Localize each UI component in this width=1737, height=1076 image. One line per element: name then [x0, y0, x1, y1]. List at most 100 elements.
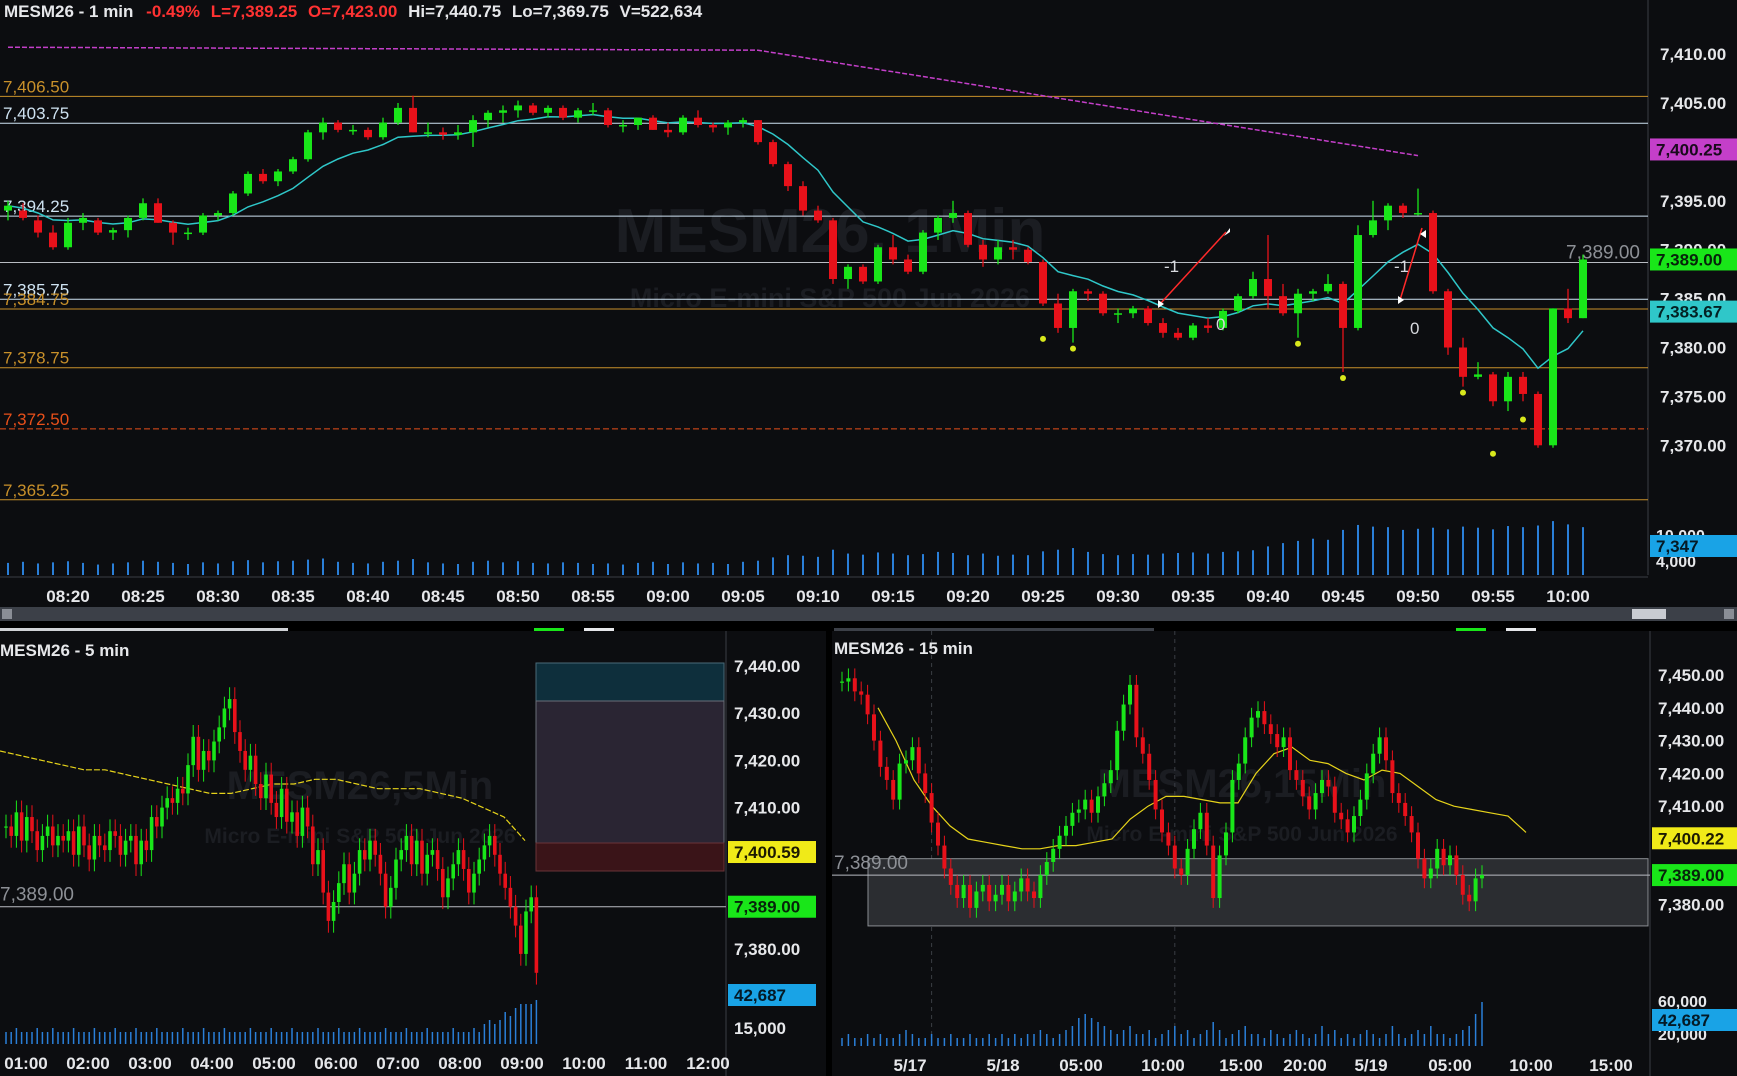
- low-marker: [1340, 374, 1346, 381]
- time-axis-tick: 09:00: [646, 587, 689, 606]
- candle-body: [1294, 293, 1302, 314]
- bl-candle-body: [222, 708, 227, 728]
- bl-candle-body: [482, 845, 487, 860]
- br-price-axis-tick: 7,420.00: [1658, 764, 1724, 783]
- bl-candle-body: [87, 845, 91, 860]
- low-marker: [1490, 450, 1496, 457]
- main-last: L=7,389.25: [210, 2, 298, 21]
- candle-body: [1444, 291, 1452, 348]
- time-axis-tick: 08:30: [196, 587, 239, 606]
- bl-candle-body: [217, 727, 221, 742]
- candle-body: [1399, 205, 1407, 214]
- candle-body: [1114, 313, 1122, 315]
- scroll-left-arrow[interactable]: [2, 609, 12, 619]
- bl-candle-body: [191, 736, 195, 766]
- candle-body: [844, 266, 852, 280]
- bl-candle-body: [363, 850, 367, 860]
- bl-candle-body: [186, 765, 190, 794]
- bl-candle-body: [425, 854, 429, 874]
- br-candle-body: [1249, 717, 1254, 738]
- br-price-axis-tick: 7,380.00: [1658, 896, 1724, 915]
- br-candle-body: [1198, 812, 1203, 830]
- main-header: MESM26 - 1 min -0.49% L=7,389.25 O=7,423…: [4, 0, 702, 24]
- bl-candle-body: [77, 826, 81, 855]
- time-axis-tick: 08:25: [121, 587, 164, 606]
- bl-candle-body: [56, 835, 60, 846]
- candle-body: [994, 247, 1002, 260]
- time-axis-tick: 09:15: [871, 587, 914, 606]
- br-candle-body: [1096, 796, 1100, 813]
- candle-body: [859, 266, 867, 282]
- bl-candle-body: [368, 840, 372, 860]
- candle-body: [469, 120, 477, 133]
- candle-body: [1129, 308, 1137, 314]
- candle-body: [874, 247, 882, 282]
- candle-body: [1309, 291, 1317, 294]
- chart-mesm26-5min[interactable]: MESM26,5MinMicro E-mini S&P 500 Jun 2026…: [0, 631, 826, 1076]
- br-time-axis-tick: 5/19: [1354, 1056, 1387, 1075]
- candle-body: [139, 203, 147, 218]
- bl-header: MESM26 - 5 min: [0, 641, 130, 660]
- chart-mesm26-15min[interactable]: MESM26,15Min Micro E-mini S&P 500 Jun 202…: [832, 631, 1737, 1076]
- time-axis-tick: 09:35: [1171, 587, 1214, 606]
- br-price-badge-label: 7,400.22: [1658, 829, 1724, 848]
- br-candle-body: [1179, 868, 1184, 876]
- bl-candle-body: [399, 850, 403, 860]
- bl-candle-body: [441, 868, 445, 898]
- br-candle-body: [923, 773, 928, 794]
- bl-candle-body: [149, 817, 154, 851]
- br-candle-body: [1224, 832, 1228, 856]
- candle-body: [289, 159, 297, 172]
- br-price-badge-label: 7,389.00: [1658, 866, 1724, 885]
- candle-body: [379, 122, 387, 138]
- candle-body: [979, 244, 987, 260]
- scroll-thumb[interactable]: [1632, 609, 1666, 619]
- bl-time-axis-tick: 04:00: [190, 1054, 233, 1073]
- br-candle-body: [916, 747, 921, 774]
- pane-splitter[interactable]: [0, 621, 1737, 631]
- bl-candle-body: [461, 850, 466, 869]
- time-axis-tick: 09:40: [1246, 587, 1289, 606]
- candle-body: [1024, 249, 1032, 262]
- br-candle-body: [852, 678, 857, 692]
- br-watermark-subtitle: Micro E-mini S&P 500 Jun 2026: [1086, 823, 1397, 846]
- main-horizontal-scrollbar[interactable]: [0, 607, 1737, 621]
- br-candle-body: [1390, 760, 1395, 794]
- bl-candle-body: [373, 840, 377, 855]
- br-candle-body: [910, 747, 915, 761]
- candle-body: [1249, 279, 1257, 297]
- br-time-axis-tick: 15:00: [1219, 1056, 1262, 1075]
- br-candle-body: [1051, 848, 1056, 862]
- candle-body: [694, 117, 702, 126]
- bl-price-axis-tick: 7,410.00: [734, 799, 800, 818]
- bl-candle-body: [300, 807, 305, 836]
- bl-price-axis-tick: 7,420.00: [734, 751, 800, 770]
- br-candle-body: [1211, 845, 1216, 899]
- candle-body: [1549, 308, 1557, 446]
- bl-candle-body: [139, 840, 143, 865]
- bl-time-axis-tick: 11:00: [625, 1054, 668, 1073]
- bl-candle-body: [451, 864, 455, 879]
- br-candle-body: [1012, 891, 1017, 902]
- time-axis-tick: 09:55: [1471, 587, 1514, 606]
- bl-candle-body: [118, 835, 123, 855]
- bl-time-axis-tick: 01:00: [4, 1054, 47, 1073]
- br-time-axis-tick: 5/18: [986, 1056, 1019, 1075]
- bl-candle-body: [196, 736, 201, 770]
- br-price-axis-tick: 7,430.00: [1658, 732, 1724, 751]
- br-candle-body: [1032, 891, 1036, 899]
- br-candle-body: [1422, 858, 1427, 879]
- bl-time-axis-tick: 08:00: [438, 1054, 481, 1073]
- br-candle-body: [1441, 848, 1446, 866]
- br-candle-body: [1409, 816, 1414, 833]
- br-candle-body: [1473, 878, 1478, 902]
- br-candle-body: [929, 793, 934, 823]
- bl-candle-body: [61, 835, 65, 841]
- br-candle-body: [987, 884, 992, 902]
- candle-body: [754, 120, 762, 143]
- scroll-right-arrow[interactable]: [1724, 609, 1734, 619]
- chart-mesm26-1min[interactable]: MESM26, 1MinMicro E-mini S&P 500 Jun 202…: [0, 0, 1737, 610]
- bl-candle-body: [170, 798, 175, 803]
- candle-body: [889, 247, 897, 260]
- br-candle-body: [1313, 793, 1318, 810]
